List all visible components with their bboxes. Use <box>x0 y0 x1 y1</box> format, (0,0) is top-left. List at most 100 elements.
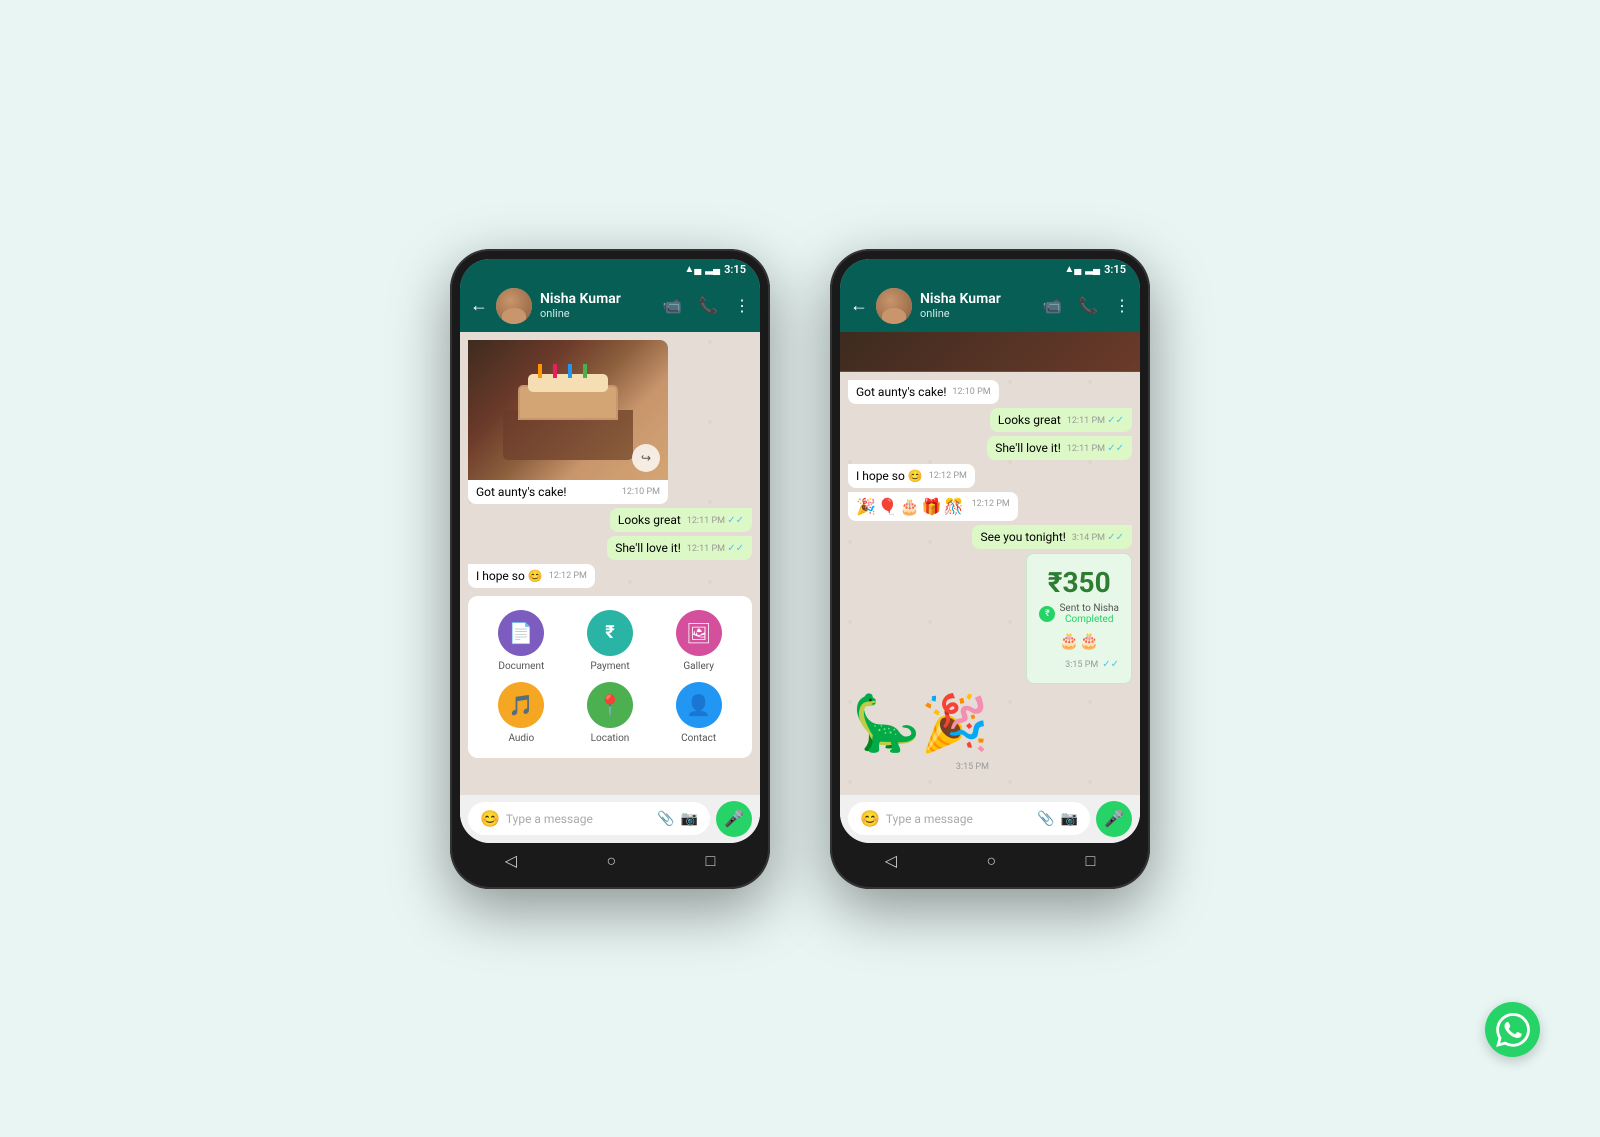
emoji-button-right[interactable]: 😊 <box>860 809 880 828</box>
phone-left: ▲▄ ▂▄ 3:15 ← Nisha Kumar online 📹 📞 ⋮ <box>450 249 770 889</box>
chat-header-right: ← Nisha Kumar online 📹 📞 ⋮ <box>840 280 1140 332</box>
attach-audio[interactable]: 🎵 Audio <box>482 682 561 744</box>
contact-status-left: online <box>540 307 654 320</box>
audio-label: Audio <box>508 733 534 744</box>
back-nav-left[interactable]: ◁ <box>505 851 517 870</box>
wifi-icon: ▲▄ <box>684 264 701 275</box>
scene: ▲▄ ▂▄ 3:15 ← Nisha Kumar online 📹 📞 ⋮ <box>450 249 1150 889</box>
video-call-icon-right[interactable]: 📹 <box>1042 296 1062 315</box>
msg-looks-great: Looks great 12:11 PM ✓✓ <box>610 508 752 532</box>
header-icons-right: 📹 📞 ⋮ <box>1042 296 1130 315</box>
avatar-image-right <box>876 288 912 324</box>
header-info-right: Nisha Kumar online <box>920 291 1034 320</box>
msg-text: She'll love it! <box>615 541 681 555</box>
avatar-image-left <box>496 288 532 324</box>
recent-nav-right[interactable]: □ <box>1086 851 1096 871</box>
mic-button-right[interactable]: 🎤 <box>1096 801 1132 837</box>
emoji-button-left[interactable]: 😊 <box>480 809 500 828</box>
image-caption: Got aunty's cake! 12:10 PM <box>468 480 668 504</box>
attach-contact[interactable]: 👤 Contact <box>659 682 738 744</box>
whatsapp-logo <box>1485 1002 1540 1057</box>
attach-location[interactable]: 📍 Location <box>571 682 650 744</box>
message-input-field-left[interactable]: 😊 Type a message 📎 📷 <box>468 802 710 835</box>
home-nav-left[interactable]: ○ <box>606 851 616 871</box>
attach-button-left[interactable]: 📎 <box>657 811 674 827</box>
mic-button-left[interactable]: 🎤 <box>716 801 752 837</box>
msg-time: 3:14 PM ✓✓ <box>1072 532 1124 543</box>
chat-body-left: ↪ Got aunty's cake! 12:10 PM Looks great… <box>460 332 760 795</box>
attach-button-right[interactable]: 📎 <box>1037 811 1054 827</box>
forward-button[interactable]: ↪ <box>632 444 660 472</box>
location-label: Location <box>591 733 630 744</box>
msg-got-cake: Got aunty's cake! 12:10 PM <box>848 380 999 404</box>
status-time-right: 3:15 <box>1104 263 1126 276</box>
msg-time: 12:12 PM <box>549 571 587 581</box>
attachment-menu: 📄 Document ₹ Payment 🖼 Gallery 🎵 <box>468 596 752 758</box>
cake-image: ↪ <box>468 340 668 480</box>
status-bar-left: ▲▄ ▂▄ 3:15 <box>460 259 760 280</box>
sticker-time: 3:15 PM <box>952 762 993 772</box>
nav-bar-right: ◁ ○ □ <box>840 843 1140 879</box>
phone-right-screen: ▲▄ ▂▄ 3:15 ← Nisha Kumar online 📹 📞 ⋮ <box>840 259 1140 843</box>
msg-time: 12:11 PM ✓✓ <box>687 543 744 554</box>
msg-text: I hope so 😊 <box>476 569 543 583</box>
recent-nav-left[interactable]: □ <box>706 851 716 871</box>
camera-button-left[interactable]: 📷 <box>681 811 698 827</box>
dino-sticker: 🦕🎉 <box>848 688 993 760</box>
msg-emoji-row: 🎉🎈🎂🎁🎊 12:12 PM <box>848 492 1018 521</box>
camera-button-right[interactable]: 📷 <box>1061 811 1078 827</box>
input-bar-left: 😊 Type a message 📎 📷 🎤 <box>460 795 760 843</box>
msg-shell-love-right: She'll love it! 12:11 PM ✓✓ <box>987 436 1132 460</box>
location-icon: 📍 <box>587 682 633 728</box>
home-nav-right[interactable]: ○ <box>986 851 996 871</box>
msg-time: 12:12 PM <box>929 471 967 481</box>
msg-looks-great-right: Looks great 12:11 PM ✓✓ <box>990 408 1132 432</box>
attach-document[interactable]: 📄 Document <box>482 610 561 672</box>
msg-time: 12:11 PM ✓✓ <box>1067 415 1124 426</box>
header-icons-left: 📹 📞 ⋮ <box>662 296 750 315</box>
image-message: ↪ Got aunty's cake! 12:10 PM <box>468 340 668 504</box>
sticker-message: 🦕🎉 3:15 PM <box>848 688 993 772</box>
voice-call-icon-left[interactable]: 📞 <box>698 296 718 315</box>
voice-call-icon-right[interactable]: 📞 <box>1078 296 1098 315</box>
status-time-left: 3:15 <box>724 263 746 276</box>
message-input-field-right[interactable]: 😊 Type a message 📎 📷 <box>848 802 1090 835</box>
menu-icon-right[interactable]: ⋮ <box>1114 296 1130 315</box>
back-button-right[interactable]: ← <box>850 295 868 316</box>
payment-time: 3:15 PM <box>1065 660 1098 670</box>
wifi-icon-right: ▲▄ <box>1064 264 1081 275</box>
payment-status: Completed <box>1059 614 1119 625</box>
msg-time: 12:12 PM <box>972 499 1010 509</box>
payment-rupee-icon: ₹ <box>1039 606 1055 622</box>
chat-header-left: ← Nisha Kumar online 📹 📞 ⋮ <box>460 280 760 332</box>
contact-icon: 👤 <box>676 682 722 728</box>
msg-shell-love: She'll love it! 12:11 PM ✓✓ <box>607 536 752 560</box>
avatar-left <box>496 288 532 324</box>
payment-label: Payment <box>590 661 629 672</box>
video-call-icon-left[interactable]: 📹 <box>662 296 682 315</box>
nav-bar-left: ◁ ○ □ <box>460 843 760 879</box>
msg-i-hope-so-right: I hope so 😊 12:12 PM <box>848 464 975 488</box>
message-placeholder-right[interactable]: Type a message <box>886 812 1031 826</box>
menu-icon-left[interactable]: ⋮ <box>734 296 750 315</box>
attach-gallery[interactable]: 🖼 Gallery <box>659 610 738 672</box>
msg-text: Looks great <box>618 513 681 527</box>
payment-time-row: 3:15 PM ✓✓ <box>1039 652 1119 671</box>
payment-message: ₹350 ₹ Sent to Nisha Completed 🎂🎂 3:15 P… <box>1026 553 1132 684</box>
image-caption-time: 12:10 PM <box>622 487 660 497</box>
input-bar-right: 😊 Type a message 📎 📷 🎤 <box>840 795 1140 843</box>
emoji-text: 🎉🎈🎂🎁🎊 <box>856 497 966 516</box>
contact-status-right: online <box>920 307 1034 320</box>
payment-info: ₹ Sent to Nisha Completed <box>1039 603 1119 625</box>
msg-text: Looks great <box>998 413 1061 427</box>
image-caption-text: Got aunty's cake! <box>476 485 566 499</box>
gallery-label: Gallery <box>683 661 714 672</box>
attach-payment[interactable]: ₹ Payment <box>571 610 650 672</box>
back-button-left[interactable]: ← <box>470 295 488 316</box>
payment-sent-label: Sent to Nisha <box>1059 603 1119 614</box>
message-placeholder-left[interactable]: Type a message <box>506 812 651 826</box>
document-label: Document <box>498 661 544 672</box>
back-nav-right[interactable]: ◁ <box>885 851 897 870</box>
contact-label: Contact <box>681 733 716 744</box>
msg-time: 12:10 PM <box>952 387 990 397</box>
